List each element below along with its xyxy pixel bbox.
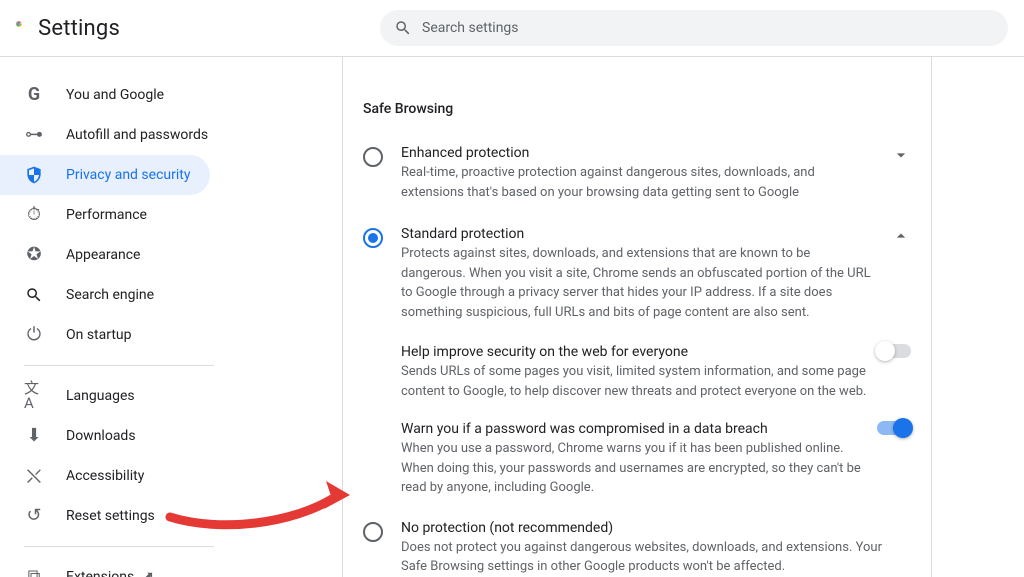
sidebar-item-on-startup[interactable]: ⏻ On startup — [0, 315, 210, 355]
option-title: No protection (not recommended) — [401, 520, 911, 536]
body-layout: G You and Google ⊶ Autofill and password… — [0, 57, 1024, 577]
sidebar-label: Reset settings — [66, 508, 155, 524]
external-link-icon: ⬈ — [142, 569, 154, 577]
sidebar-item-performance[interactable]: ⏱ Performance — [0, 195, 210, 235]
key-icon: ⊶ — [24, 125, 44, 145]
password-breach-warning-row: Warn you if a password was compromised i… — [401, 411, 911, 508]
toggle-help-improve[interactable] — [877, 344, 911, 358]
sidebar-separator — [24, 365, 214, 366]
sidebar-label: Autofill and passwords — [66, 127, 208, 143]
sidebar-item-languages[interactable]: 文A Languages — [0, 376, 210, 416]
radio-enhanced[interactable] — [363, 147, 383, 167]
safe-browsing-option-no-protection[interactable]: No protection (not recommended) Does not… — [363, 508, 911, 577]
shield-icon — [24, 165, 44, 185]
radio-no-protection[interactable] — [363, 522, 383, 542]
sidebar-label: Search engine — [66, 287, 154, 303]
power-icon: ⏻ — [24, 325, 44, 345]
sidebar-item-privacy-security[interactable]: Privacy and security — [0, 155, 210, 195]
sidebar-item-extensions[interactable]: ⧉ Extensions ⬈ — [0, 557, 210, 577]
safe-browsing-option-enhanced[interactable]: Enhanced protection Real-time, proactive… — [363, 133, 911, 214]
sidebar-item-appearance[interactable]: ✪ Appearance — [0, 235, 210, 275]
expand-button[interactable] — [871, 145, 911, 165]
extension-icon: ⧉ — [24, 567, 44, 577]
search-placeholder: Search settings — [422, 20, 519, 36]
chrome-logo-icon — [16, 16, 22, 40]
sub-title: Warn you if a password was compromised i… — [401, 421, 871, 437]
google-g-icon: G — [24, 85, 44, 105]
help-improve-security-row: Help improve security on the web for eve… — [401, 334, 911, 411]
settings-card: Safe Browsing Enhanced protection Real-t… — [342, 57, 932, 577]
speedometer-icon: ⏱ — [24, 205, 44, 225]
sidebar-label: Extensions — [66, 569, 134, 577]
sub-title: Help improve security on the web for eve… — [401, 344, 871, 360]
sub-desc: When you use a password, Chrome warns yo… — [401, 439, 871, 498]
search-settings-input[interactable]: Search settings — [380, 10, 1008, 46]
appearance-icon: ✪ — [24, 245, 44, 265]
toggle-password-breach[interactable] — [877, 421, 911, 435]
option-desc: Real-time, proactive protection against … — [401, 163, 871, 202]
app-header: Settings Search settings — [0, 0, 1024, 56]
option-desc: Does not protect you against dangerous w… — [401, 538, 911, 577]
safe-browsing-option-standard[interactable]: Standard protection Protects against sit… — [363, 214, 911, 334]
sub-desc: Sends URLs of some pages you visit, limi… — [401, 362, 871, 401]
sidebar-item-downloads[interactable]: ⬇ Downloads — [0, 416, 210, 456]
safe-browsing-header: Safe Browsing — [363, 101, 911, 117]
accessibility-icon: ⛌ — [24, 466, 44, 486]
sidebar-label: Appearance — [66, 247, 140, 263]
sidebar-label: You and Google — [66, 87, 164, 103]
download-icon: ⬇ — [24, 426, 44, 446]
option-title: Enhanced protection — [401, 145, 871, 161]
page-title: Settings — [38, 16, 120, 41]
sidebar-label: Languages — [66, 388, 135, 404]
settings-sidebar: G You and Google ⊶ Autofill and password… — [0, 57, 250, 577]
reset-icon: ↺ — [24, 506, 44, 526]
sidebar-item-search-engine[interactable]: Search engine — [0, 275, 210, 315]
radio-standard[interactable] — [363, 228, 383, 248]
sidebar-item-autofill[interactable]: ⊶ Autofill and passwords — [0, 115, 210, 155]
settings-content: Safe Browsing Enhanced protection Real-t… — [250, 57, 1024, 577]
collapse-button[interactable] — [871, 226, 911, 246]
sidebar-label: Privacy and security — [66, 167, 190, 183]
standard-sub-options: Help improve security on the web for eve… — [363, 334, 911, 508]
sidebar-item-accessibility[interactable]: ⛌ Accessibility — [0, 456, 210, 496]
sidebar-item-you-and-google[interactable]: G You and Google — [0, 75, 210, 115]
chevron-down-icon — [891, 145, 911, 165]
translate-icon: 文A — [24, 386, 44, 406]
sidebar-label: Performance — [66, 207, 147, 223]
sidebar-label: Downloads — [66, 428, 136, 444]
chevron-up-icon — [891, 226, 911, 246]
sidebar-separator — [24, 546, 214, 547]
option-title: Standard protection — [401, 226, 871, 242]
option-desc: Protects against sites, downloads, and e… — [401, 244, 871, 322]
sidebar-label: On startup — [66, 327, 132, 343]
search-icon — [394, 19, 412, 37]
sidebar-item-reset[interactable]: ↺ Reset settings — [0, 496, 210, 536]
search-icon — [24, 285, 44, 305]
sidebar-label: Accessibility — [66, 468, 144, 484]
